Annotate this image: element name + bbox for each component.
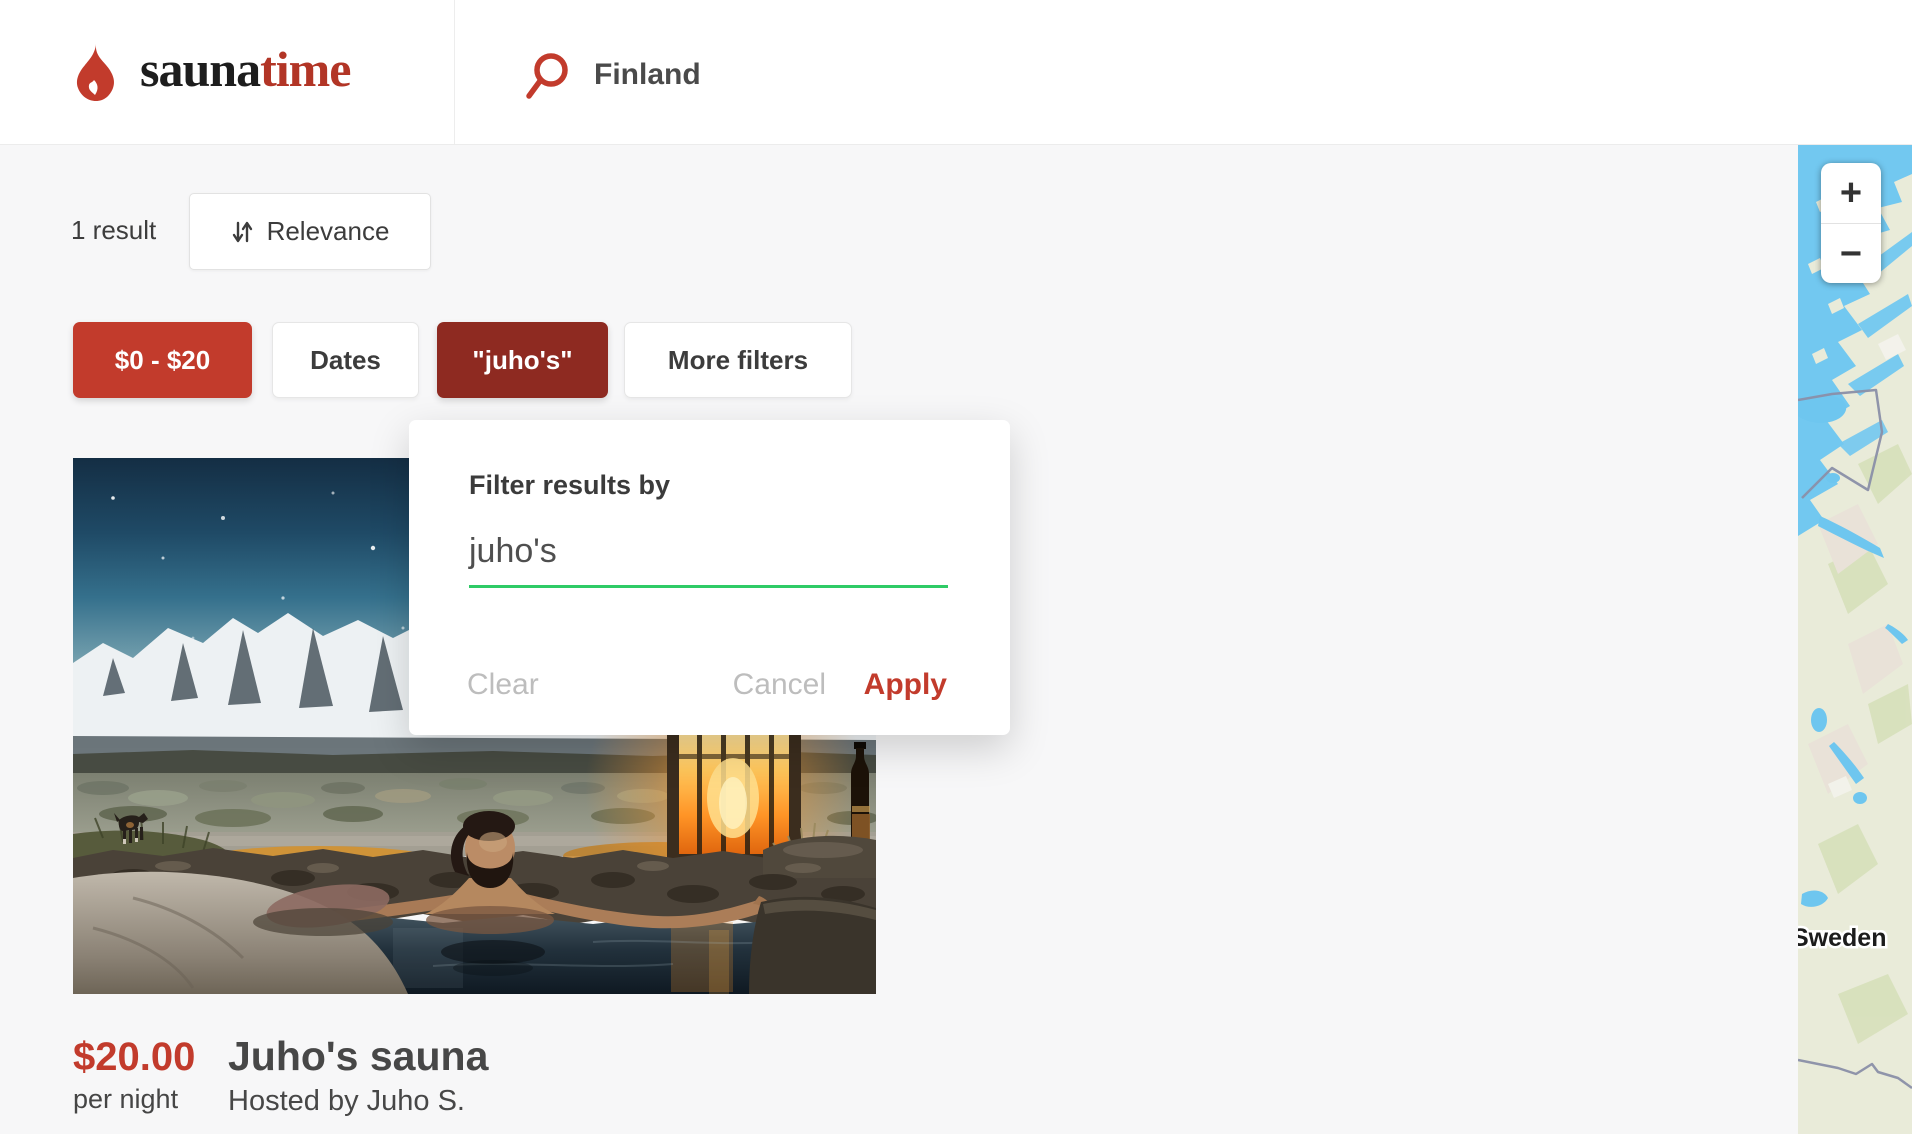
map-zoom-control: + − [1821, 163, 1881, 283]
sort-button[interactable]: Relevance [189, 193, 431, 270]
saunatime-app: saunatime Finland 1 result Relevance $0 … [0, 0, 1912, 1134]
sort-label: Relevance [267, 216, 390, 247]
filter-chip-dates-label: Dates [310, 345, 381, 376]
map-panel[interactable]: Sweden + − [1798, 144, 1912, 1134]
brand-part-time: time [260, 41, 350, 97]
zoom-in-button[interactable]: + [1821, 163, 1881, 223]
clear-button[interactable]: Clear [467, 670, 539, 700]
filter-chip-dates[interactable]: Dates [272, 322, 419, 398]
filter-popup-title: Filter results by [469, 472, 670, 499]
map-label-sweden: Sweden [1798, 924, 1886, 952]
map-tiles: Sweden [1798, 144, 1912, 1134]
filter-chip-more-filters[interactable]: More filters [624, 322, 852, 398]
filter-chip-more-filters-label: More filters [668, 345, 808, 376]
filter-input-value: juho's [469, 534, 557, 568]
brand-logo[interactable]: saunatime [140, 44, 350, 94]
sort-arrows-icon [231, 218, 254, 246]
filter-chip-keyword[interactable]: "juho's" [437, 322, 608, 398]
cancel-button[interactable]: Cancel [733, 670, 826, 700]
search-icon[interactable] [524, 50, 572, 102]
filter-chip-price-label: $0 - $20 [115, 345, 210, 376]
listing-price: $20.00 [73, 1037, 195, 1077]
filter-input[interactable]: juho's [469, 520, 948, 588]
listing-price-unit: per night [73, 1086, 178, 1113]
filter-popup: Filter results by juho's Clear Cancel Ap… [409, 420, 1010, 735]
header-divider [454, 0, 455, 144]
search-location-value[interactable]: Finland [594, 60, 701, 90]
results-count: 1 result [71, 217, 156, 243]
apply-button[interactable]: Apply [864, 670, 947, 700]
header: saunatime Finland [0, 0, 1912, 145]
filter-chip-price[interactable]: $0 - $20 [73, 322, 252, 398]
brand-part-sauna: sauna [140, 41, 260, 97]
listing-title[interactable]: Juho's sauna [228, 1036, 488, 1077]
listing-host: Hosted by Juho S. [228, 1087, 465, 1116]
flame-logo-icon[interactable] [73, 44, 119, 101]
filter-chip-keyword-label: "juho's" [472, 345, 572, 376]
zoom-out-button[interactable]: − [1821, 223, 1881, 283]
